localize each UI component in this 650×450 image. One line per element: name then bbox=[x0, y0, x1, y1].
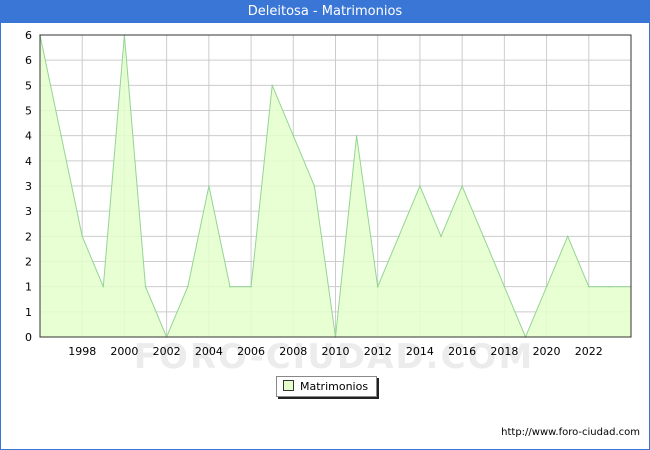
data-point bbox=[419, 185, 421, 187]
data-point bbox=[609, 285, 611, 288]
data-point bbox=[545, 285, 548, 288]
y-tick-label: 2 bbox=[25, 256, 32, 269]
data-point bbox=[355, 134, 358, 137]
data-point bbox=[229, 285, 231, 288]
x-tick-label: 2004 bbox=[195, 345, 223, 358]
y-tick-label: 5 bbox=[25, 105, 32, 118]
data-point bbox=[376, 285, 379, 288]
data-point bbox=[440, 235, 442, 238]
data-point bbox=[566, 235, 569, 238]
x-tick-label: 2014 bbox=[406, 345, 434, 358]
data-point bbox=[60, 134, 62, 137]
data-point bbox=[250, 285, 252, 288]
x-tick-label: 2008 bbox=[279, 345, 307, 358]
data-point bbox=[587, 285, 590, 288]
x-tick-label: 2018 bbox=[490, 345, 518, 358]
x-tick-label: 2016 bbox=[448, 345, 476, 358]
legend: Matrimonios bbox=[276, 376, 378, 397]
y-tick-label: 4 bbox=[25, 130, 32, 143]
source-url: http://www.foro-ciudad.com bbox=[501, 427, 640, 438]
legend-swatch bbox=[283, 380, 294, 391]
x-tick-label: 1998 bbox=[68, 345, 96, 358]
data-point bbox=[292, 134, 295, 137]
y-tick-label: 1 bbox=[25, 306, 32, 319]
x-tick-label: 2010 bbox=[322, 345, 350, 358]
data-point bbox=[482, 235, 485, 238]
data-point bbox=[102, 285, 105, 288]
x-tick-label: 2012 bbox=[364, 345, 392, 358]
data-point bbox=[503, 285, 506, 288]
x-tick-label: 2022 bbox=[575, 345, 603, 358]
data-point bbox=[461, 185, 463, 187]
legend-label: Matrimonios bbox=[300, 380, 369, 393]
data-point bbox=[398, 235, 400, 238]
x-tick-label: 2020 bbox=[533, 345, 561, 358]
y-tick-label: 3 bbox=[25, 180, 32, 193]
y-tick-label: 6 bbox=[25, 29, 32, 42]
data-point bbox=[313, 185, 316, 187]
y-tick-label: 6 bbox=[25, 54, 32, 67]
data-point bbox=[144, 285, 147, 288]
y-tick-label: 0 bbox=[25, 331, 32, 344]
x-tick-label: 2006 bbox=[237, 345, 265, 358]
y-axis-ticks: 0 1 1 2 2 3 3 4 4 5 5 6 6 bbox=[25, 29, 32, 344]
x-tick-label: 2002 bbox=[153, 345, 181, 358]
y-tick-label: 1 bbox=[25, 281, 32, 294]
y-tick-label: 3 bbox=[25, 205, 32, 218]
y-tick-label: 2 bbox=[25, 230, 32, 243]
data-point bbox=[81, 235, 84, 238]
data-point bbox=[208, 185, 210, 187]
y-tick-label: 5 bbox=[25, 79, 32, 92]
data-point bbox=[186, 285, 189, 288]
x-tick-label: 2000 bbox=[110, 345, 138, 358]
data-point bbox=[271, 84, 273, 87]
y-tick-label: 4 bbox=[25, 155, 32, 168]
